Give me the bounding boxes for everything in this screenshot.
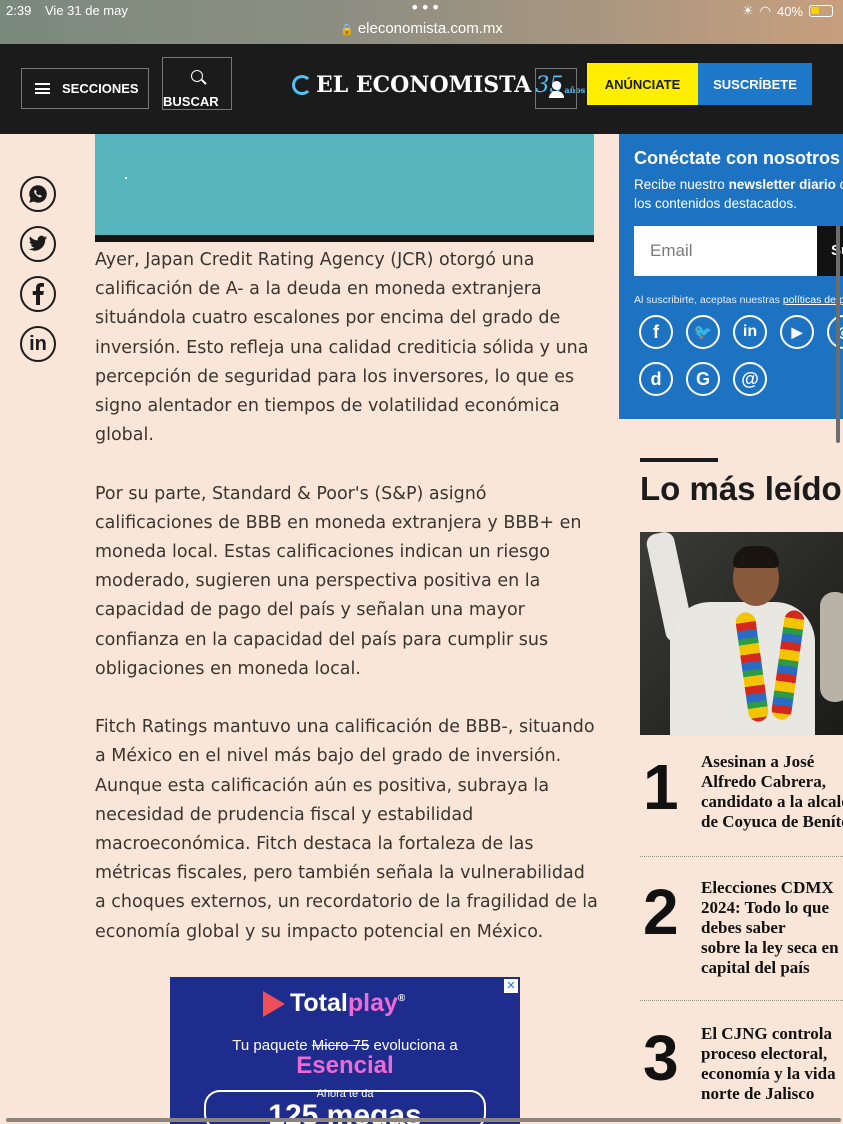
rank-number: 3 [643, 1022, 679, 1094]
most-read-item-3[interactable]: El CJNG controla proceso electoral, econ… [701, 1024, 843, 1104]
user-account-button[interactable] [535, 68, 577, 109]
site-header: SECCIONES BUSCAR EL ECONOMISTA 35 años A… [0, 44, 843, 134]
ad-close-icon[interactable]: ✕ [504, 979, 518, 993]
battery-icon [809, 5, 833, 17]
totalplay-ad[interactable]: ✕ Total play ® Tu paquete Micro 75 evoluci… [170, 977, 520, 1124]
linkedin-icon[interactable]: in [20, 326, 56, 362]
more-dots-icon[interactable]: ••• [410, 0, 441, 17]
facebook-icon[interactable]: f [639, 315, 673, 349]
battery-percent: 40% [776, 3, 803, 19]
horizontal-scrollbar[interactable] [6, 1118, 841, 1122]
whatsapp-icon[interactable] [20, 176, 56, 212]
google-news-icon[interactable]: G [686, 362, 720, 396]
newsletter-description: Recibe nuestro newsletter diario con los… [634, 177, 843, 211]
most-read-item-1[interactable]: Asesinan a José Alfredo Cabrera, candida… [701, 752, 843, 832]
clock: 2:39 [6, 3, 32, 18]
threads-icon[interactable]: @ [733, 362, 767, 396]
advertise-button[interactable]: ANÚNCIATE [587, 63, 698, 105]
user-icon [552, 81, 561, 90]
status-indicators: ☀ ◠ 40% [742, 3, 833, 19]
most-read-heading: Lo más leído [640, 470, 842, 507]
sections-button[interactable]: SECCIONES [21, 68, 149, 109]
newsletter-legal: Al suscribirte, aceptas nuestras polític… [634, 294, 843, 306]
hamburger-icon [35, 83, 50, 94]
search-label: BUSCAR [163, 94, 219, 109]
dailymotion-icon[interactable]: d [639, 362, 673, 396]
lock-icon: 🔒 [340, 24, 354, 36]
search-button[interactable]: BUSCAR [162, 57, 232, 110]
logo-text: EL ECONOMISTA [316, 72, 532, 98]
email-field[interactable] [634, 226, 817, 276]
newsletter-box: Conéctate con nosotros Recibe nuestro ne… [619, 134, 843, 419]
newsletter-title: Conéctate con nosotros [634, 148, 841, 168]
play-icon [263, 990, 285, 1017]
date: Vie 31 de may [45, 3, 128, 18]
instagram-icon[interactable]: ◎ [827, 315, 843, 349]
subscribe-button[interactable]: SUSCRÍBETE [698, 63, 812, 105]
most-read-item-2[interactable]: Elecciones CDMX 2024: Todo lo que debes … [701, 878, 843, 978]
article-paragraph: Fitch Ratings mantuvo una calificación d… [95, 717, 598, 942]
linkedin-icon[interactable]: in [733, 315, 767, 349]
wifi-icon: ◠ [759, 3, 771, 18]
scrollbar[interactable] [836, 225, 840, 443]
twitter-icon[interactable] [20, 226, 56, 262]
url-text: eleconomista.com.mx [357, 20, 503, 37]
rank-number: 2 [643, 876, 679, 948]
privacy-policy-link[interactable]: políticas de privacidad [783, 294, 843, 306]
url-bar[interactable]: 🔒 eleconomista.com.mx [0, 20, 843, 37]
facebook-icon[interactable] [20, 276, 56, 312]
logo-mark-icon [292, 75, 312, 95]
hero-caption-bar [95, 235, 594, 242]
article-body: Ayer, Japan Credit Rating Agency (JCR) o… [95, 246, 600, 976]
article-paragraph: Ayer, Japan Credit Rating Agency (JCR) o… [95, 250, 589, 446]
most-read-photo[interactable] [640, 532, 843, 735]
brightness-icon: ☀ [741, 3, 754, 18]
youtube-icon[interactable]: ▶ [780, 315, 814, 349]
rank-number: 1 [643, 751, 679, 823]
ad-plan-name: Esencial [296, 1052, 394, 1079]
status-bar: 2:39 Vie 31 de may ••• ☀ ◠ 40% 🔒 eleconom… [0, 0, 843, 44]
article-hero-image [95, 134, 594, 235]
twitter-icon[interactable]: 🐦 [686, 315, 720, 349]
sections-label: SECCIONES [62, 81, 139, 96]
ad-brand-logo: Total play ® [263, 989, 405, 1018]
article-paragraph: Por su parte, Standard & Poor's (S&P) as… [95, 483, 582, 679]
search-icon [191, 70, 203, 82]
